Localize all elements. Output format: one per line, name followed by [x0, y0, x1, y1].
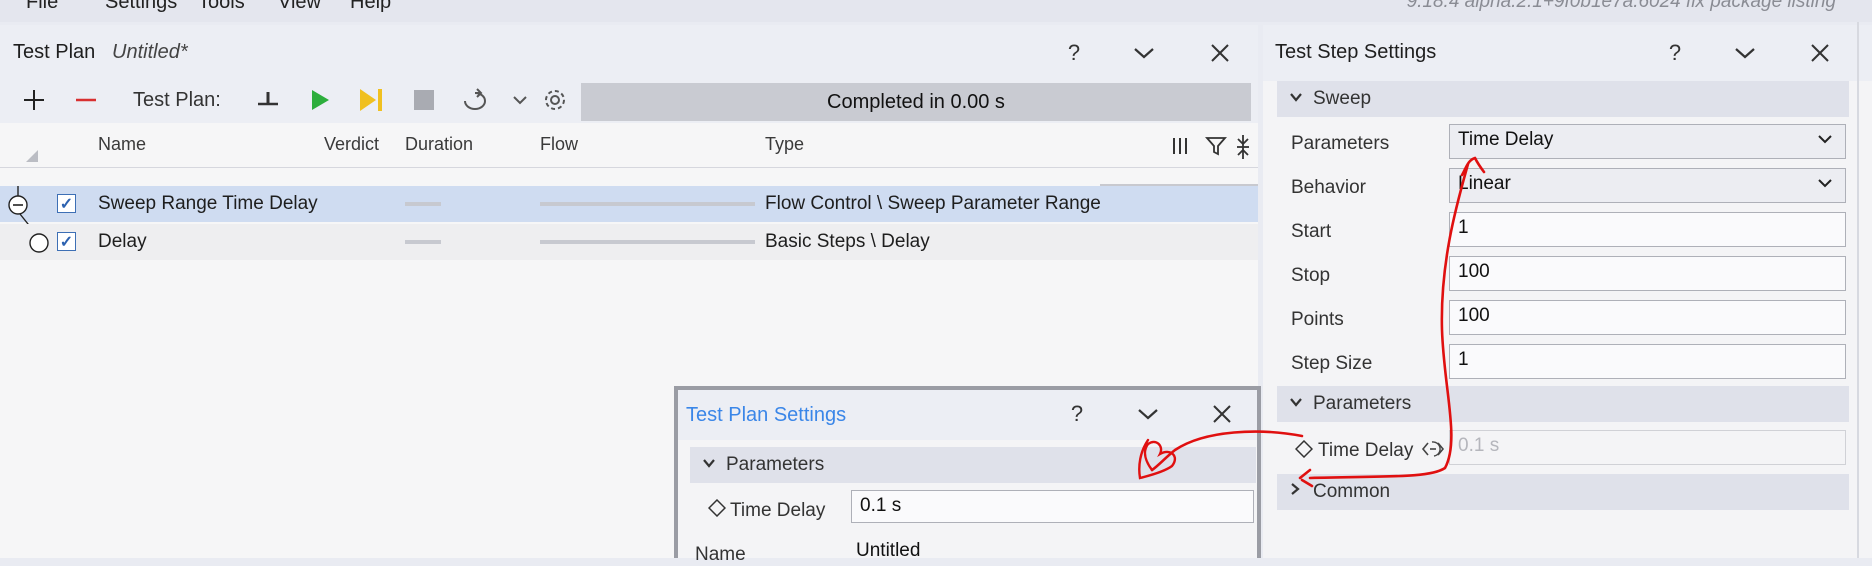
- parameters-select[interactable]: Time Delay: [1449, 124, 1846, 159]
- columns-icon[interactable]: [1170, 135, 1190, 162]
- behavior-select-value: Linear: [1458, 173, 1511, 194]
- duration-placeholder: [405, 202, 441, 206]
- chevron-down-icon[interactable]: [1130, 39, 1158, 67]
- section-common-label: Common: [1313, 481, 1391, 502]
- menu-help[interactable]: Help: [350, 0, 391, 14]
- close-icon[interactable]: [1806, 39, 1834, 67]
- plan-section-parameters[interactable]: Parameters: [690, 447, 1256, 483]
- parameters-select-value: Time Delay: [1458, 129, 1554, 150]
- menu-tools[interactable]: Tools: [198, 0, 245, 14]
- run-selected-icon[interactable]: [357, 85, 387, 115]
- close-icon[interactable]: [1206, 39, 1234, 67]
- stop-field[interactable]: 100: [1449, 256, 1846, 291]
- stop-icon[interactable]: [410, 85, 438, 115]
- window-edge: [1857, 22, 1859, 558]
- time-delay-field: 0.1 s: [1449, 430, 1846, 465]
- chevron-down-icon[interactable]: [1731, 39, 1759, 67]
- chevron-down-icon: [1289, 87, 1303, 108]
- test-plan-settings-header: Test Plan Settings ?: [678, 390, 1257, 440]
- repeat-icon[interactable]: [458, 85, 492, 115]
- section-sweep-label: Sweep: [1313, 88, 1372, 109]
- sort-corner-icon: [26, 150, 38, 162]
- section-parameters-label: Parameters: [1313, 393, 1412, 414]
- row-name: Sweep Range Time Delay: [98, 193, 318, 214]
- row-enabled-checkbox[interactable]: ✓: [57, 232, 76, 251]
- row-enabled-checkbox[interactable]: ✓: [57, 194, 76, 213]
- chevron-down-icon: [1817, 127, 1833, 156]
- close-icon[interactable]: [1208, 400, 1236, 428]
- help-icon[interactable]: ?: [1060, 39, 1088, 67]
- plan-time-delay-label: Time Delay: [730, 500, 826, 521]
- plan-section-parameters-label: Parameters: [726, 454, 825, 475]
- run-icon[interactable]: [306, 85, 334, 115]
- gear-icon[interactable]: [540, 85, 570, 115]
- chevron-down-icon: [1289, 392, 1303, 413]
- run-options-chevron-icon[interactable]: [510, 85, 530, 115]
- table-row[interactable]: ✓ Delay Basic Steps \ Delay: [0, 224, 1258, 260]
- parameterized-link-icon[interactable]: [1420, 438, 1446, 465]
- test-plan-filename: Untitled*: [112, 41, 188, 63]
- plan-name-value: Untitled: [856, 540, 921, 561]
- row-name: Delay: [98, 231, 147, 252]
- start-field[interactable]: 1: [1449, 212, 1846, 247]
- test-plan-header: Test Plan Untitled* ?: [0, 25, 1258, 81]
- section-parameters[interactable]: Parameters: [1277, 386, 1849, 422]
- points-field[interactable]: 100: [1449, 300, 1846, 335]
- test-plan-toolbar: Test Plan: Completed in 0.00 s: [0, 77, 1258, 123]
- test-step-settings-panel: Test Step Settings ? Sweep Parameters Ti…: [1263, 25, 1872, 558]
- col-duration[interactable]: Duration: [405, 134, 473, 155]
- parameters-label: Parameters: [1291, 133, 1390, 154]
- start-label: Start: [1291, 221, 1332, 242]
- col-flow[interactable]: Flow: [540, 134, 578, 155]
- help-icon[interactable]: ?: [1063, 400, 1091, 428]
- row-type: Basic Steps \ Delay: [765, 231, 930, 252]
- chevron-right-icon: [1289, 480, 1301, 501]
- test-step-settings-title: Test Step Settings: [1275, 41, 1437, 63]
- col-name[interactable]: Name: [98, 134, 146, 155]
- test-plan-grid-header: Name Verdict Duration Flow Type: [0, 125, 1258, 168]
- breakpoint-icon[interactable]: [254, 85, 282, 115]
- plan-name-label: Name: [695, 544, 746, 565]
- points-label: Points: [1291, 309, 1344, 330]
- filter-icon[interactable]: [1205, 135, 1227, 162]
- step-size-field[interactable]: 1: [1449, 344, 1846, 379]
- time-delay-label: Time Delay: [1318, 440, 1414, 461]
- col-type[interactable]: Type: [765, 134, 804, 155]
- run-status-bar: Completed in 0.00 s: [581, 83, 1251, 121]
- row-type: Flow Control \ Sweep Parameter Range: [765, 193, 1101, 214]
- menu-bar: File Settings Tools View Help 9.18.4 alp…: [0, 0, 1872, 22]
- flow-bar: [540, 240, 755, 244]
- version-label: 9.18.4 alpha.2.1+9f0b1e7a.6024 fix packa…: [1406, 0, 1836, 12]
- behavior-select[interactable]: Linear: [1449, 168, 1846, 203]
- test-plan-label: Test Plan:: [133, 88, 221, 111]
- diamond-icon: [1294, 439, 1314, 463]
- menu-view[interactable]: View: [278, 0, 321, 14]
- menu-settings[interactable]: Settings: [105, 0, 177, 14]
- section-common[interactable]: Common: [1277, 474, 1849, 510]
- chevron-down-icon: [702, 453, 716, 474]
- diamond-icon: [707, 498, 727, 522]
- row-divider: [1100, 184, 1258, 186]
- collapse-all-icon[interactable]: [1235, 133, 1251, 166]
- leaf-node-icon: [28, 232, 50, 260]
- remove-step-icon[interactable]: [72, 85, 100, 115]
- col-verdict[interactable]: Verdict: [324, 134, 379, 155]
- stop-label: Stop: [1291, 265, 1331, 286]
- duration-placeholder: [405, 240, 441, 244]
- test-plan-settings-title: Test Plan Settings: [686, 404, 847, 426]
- test-plan-title: Test Plan: [13, 41, 96, 63]
- flow-bar: [540, 202, 755, 206]
- help-icon[interactable]: ?: [1661, 39, 1689, 67]
- section-sweep[interactable]: Sweep: [1277, 81, 1849, 117]
- table-row[interactable]: ✓ Sweep Range Time Delay Flow Control \ …: [0, 186, 1258, 235]
- add-step-icon[interactable]: [20, 85, 48, 115]
- menu-file[interactable]: File: [26, 0, 58, 14]
- step-size-label: Step Size: [1291, 353, 1373, 374]
- test-step-settings-header: Test Step Settings ?: [1263, 25, 1872, 81]
- plan-time-delay-field[interactable]: 0.1 s: [851, 490, 1254, 523]
- behavior-label: Behavior: [1291, 177, 1366, 198]
- test-plan-settings-panel: Test Plan Settings ? Parameters Time Del…: [674, 386, 1261, 565]
- chevron-down-icon[interactable]: [1134, 400, 1162, 428]
- chevron-down-icon: [1817, 171, 1833, 200]
